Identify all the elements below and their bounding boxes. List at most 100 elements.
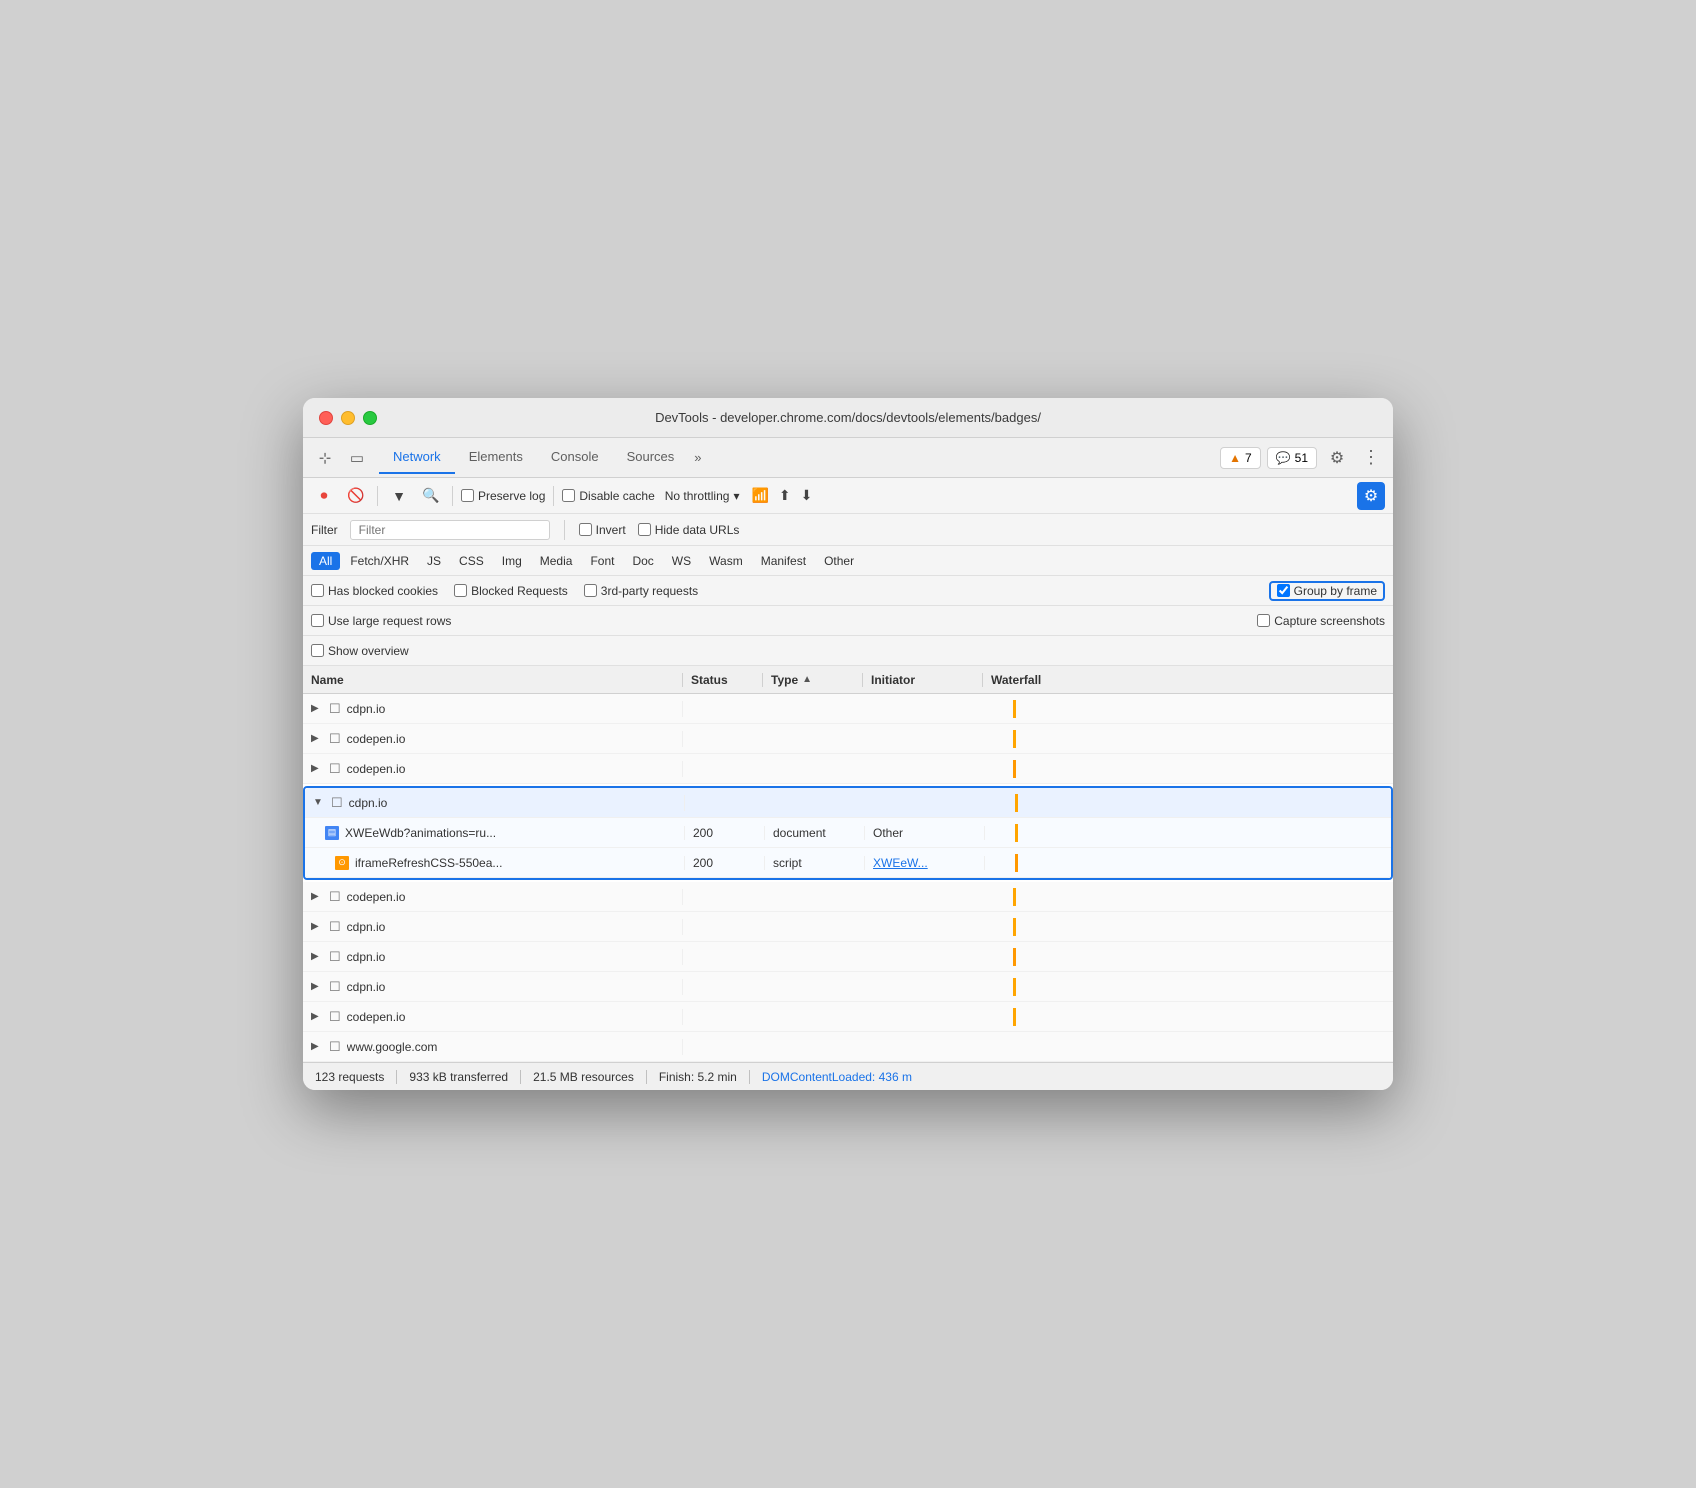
filter-label: Filter	[311, 523, 338, 537]
hide-data-urls-input[interactable]	[638, 523, 651, 536]
expand-icon[interactable]: ▶	[311, 891, 323, 902]
expand-icon[interactable]: ▶	[311, 1041, 323, 1052]
title-bar: DevTools - developer.chrome.com/docs/dev…	[303, 398, 1393, 438]
row-name-cell: ▶ ☐ codepen.io	[303, 1009, 683, 1025]
group-by-frame-label: Group by frame	[1294, 584, 1377, 598]
more-options-button[interactable]: ⋮	[1357, 444, 1385, 472]
table-row[interactable]: ▶ ☐ codepen.io	[303, 882, 1393, 912]
maximize-button[interactable]	[363, 411, 377, 425]
table-row[interactable]: ▶ ☐ cdpn.io	[303, 912, 1393, 942]
table-row[interactable]: ▼ ☐ cdpn.io	[305, 788, 1391, 818]
hide-data-urls-checkbox[interactable]: Hide data URLs	[638, 523, 740, 537]
invert-checkbox[interactable]: Invert	[579, 523, 626, 537]
capture-screenshots-checkbox[interactable]: Capture screenshots	[1257, 614, 1385, 628]
folder-icon: ☐	[329, 1009, 341, 1025]
info-badge[interactable]: 💬 51	[1267, 447, 1317, 469]
row-name-text: cdpn.io	[347, 920, 386, 934]
clear-button[interactable]: 🚫	[343, 483, 369, 509]
col-header-initiator[interactable]: Initiator	[863, 673, 983, 687]
type-wasm[interactable]: Wasm	[701, 552, 751, 570]
capture-screenshots-input[interactable]	[1257, 614, 1270, 627]
highlighted-frame-group: ▼ ☐ cdpn.io ▤ XWEeWdb?animations=ru... 2…	[303, 786, 1393, 880]
tab-network[interactable]: Network	[379, 441, 455, 474]
type-ws[interactable]: WS	[664, 552, 699, 570]
type-all[interactable]: All	[311, 552, 340, 570]
blocked-requests-checkbox[interactable]: Blocked Requests	[454, 584, 568, 598]
upload-icon[interactable]: ⬆	[777, 485, 793, 506]
network-settings-button[interactable]: ⚙	[1357, 482, 1385, 510]
has-blocked-cookies-input[interactable]	[311, 584, 324, 597]
tab-sources[interactable]: Sources	[613, 441, 689, 474]
table-row[interactable]: ▶ ☐ codepen.io	[303, 1002, 1393, 1032]
table-row[interactable]: ▶ ☐ codepen.io	[303, 724, 1393, 754]
col-header-type[interactable]: Type ▲	[763, 673, 863, 687]
expand-icon[interactable]: ▶	[311, 1011, 323, 1022]
close-button[interactable]	[319, 411, 333, 425]
expand-icon[interactable]: ▶	[311, 981, 323, 992]
table-row[interactable]: ▤ XWEeWdb?animations=ru... 200 document …	[305, 818, 1391, 848]
disable-cache-checkbox[interactable]: Disable cache	[562, 489, 654, 503]
row-name-cell: ▶ ☐ codepen.io	[303, 889, 683, 905]
type-manifest[interactable]: Manifest	[753, 552, 814, 570]
tab-elements[interactable]: Elements	[455, 441, 537, 474]
disable-cache-input[interactable]	[562, 489, 575, 502]
col-header-waterfall[interactable]: Waterfall	[983, 673, 1393, 687]
table-row[interactable]: ▶ ☐ cdpn.io	[303, 694, 1393, 724]
expand-icon[interactable]: ▶	[311, 951, 323, 962]
minimize-button[interactable]	[341, 411, 355, 425]
group-by-frame-input[interactable]	[1277, 584, 1290, 597]
large-rows-input[interactable]	[311, 614, 324, 627]
preserve-log-input[interactable]	[461, 489, 474, 502]
show-overview-input[interactable]	[311, 644, 324, 657]
tab-right-actions: ▲ 7 💬 51 ⚙ ⋮	[1220, 444, 1385, 472]
preserve-log-checkbox[interactable]: Preserve log	[461, 489, 545, 503]
network-toolbar: ⏺ 🚫 ▼ 🔍 Preserve log Disable cache No th…	[303, 478, 1393, 514]
row-initiator[interactable]: XWEeW...	[865, 856, 985, 870]
device-icon[interactable]: ▭	[343, 444, 371, 472]
show-overview-checkbox[interactable]: Show overview	[311, 644, 409, 658]
blocked-requests-input[interactable]	[454, 584, 467, 597]
throttle-select[interactable]: No throttling ▾	[661, 487, 744, 505]
group-by-frame-checkbox[interactable]: Group by frame	[1277, 584, 1377, 598]
table-row[interactable]: ▶ ☐ cdpn.io	[303, 972, 1393, 1002]
tab-console[interactable]: Console	[537, 441, 613, 474]
expand-icon[interactable]: ▶	[311, 733, 323, 744]
col-header-name[interactable]: Name	[303, 673, 683, 687]
expand-icon[interactable]: ▶	[311, 921, 323, 932]
warning-badge[interactable]: ▲ 7	[1220, 447, 1261, 469]
type-css[interactable]: CSS	[451, 552, 492, 570]
expand-icon[interactable]: ▶	[311, 703, 323, 714]
table-row[interactable]: ▶ ☐ codepen.io	[303, 754, 1393, 784]
third-party-input[interactable]	[584, 584, 597, 597]
table-row[interactable]: ⊙ iframeRefreshCSS-550ea... 200 script X…	[305, 848, 1391, 878]
table-row[interactable]: ▶ ☐ www.google.com	[303, 1032, 1393, 1062]
type-fetch-xhr[interactable]: Fetch/XHR	[342, 552, 417, 570]
info-count: 51	[1295, 451, 1308, 465]
filter-input[interactable]	[350, 520, 550, 540]
status-dom-loaded: DOMContentLoaded: 436 m	[762, 1070, 924, 1084]
invert-input[interactable]	[579, 523, 592, 536]
devtools-tabbar: ⊹ ▭ Network Elements Console Sources » ▲…	[303, 438, 1393, 478]
large-rows-checkbox[interactable]: Use large request rows	[311, 614, 451, 628]
type-other[interactable]: Other	[816, 552, 862, 570]
type-js[interactable]: JS	[419, 552, 449, 570]
col-header-status[interactable]: Status	[683, 673, 763, 687]
download-icon[interactable]: ⬇	[799, 485, 815, 506]
record-button[interactable]: ⏺	[311, 483, 337, 509]
filter-button[interactable]: ▼	[386, 483, 412, 509]
type-doc[interactable]: Doc	[624, 552, 661, 570]
type-font[interactable]: Font	[582, 552, 622, 570]
tabs-more[interactable]: »	[688, 442, 707, 473]
cursor-icon[interactable]: ⊹	[311, 444, 339, 472]
third-party-checkbox[interactable]: 3rd-party requests	[584, 584, 698, 598]
table-row[interactable]: ▶ ☐ cdpn.io	[303, 942, 1393, 972]
type-img[interactable]: Img	[494, 552, 530, 570]
expand-icon[interactable]: ▶	[311, 763, 323, 774]
settings-button[interactable]: ⚙	[1323, 444, 1351, 472]
type-media[interactable]: Media	[532, 552, 581, 570]
search-button[interactable]: 🔍	[418, 483, 444, 509]
show-overview-label: Show overview	[328, 644, 409, 658]
has-blocked-cookies-checkbox[interactable]: Has blocked cookies	[311, 584, 438, 598]
expand-icon[interactable]: ▼	[313, 797, 325, 808]
folder-icon: ☐	[329, 701, 341, 717]
